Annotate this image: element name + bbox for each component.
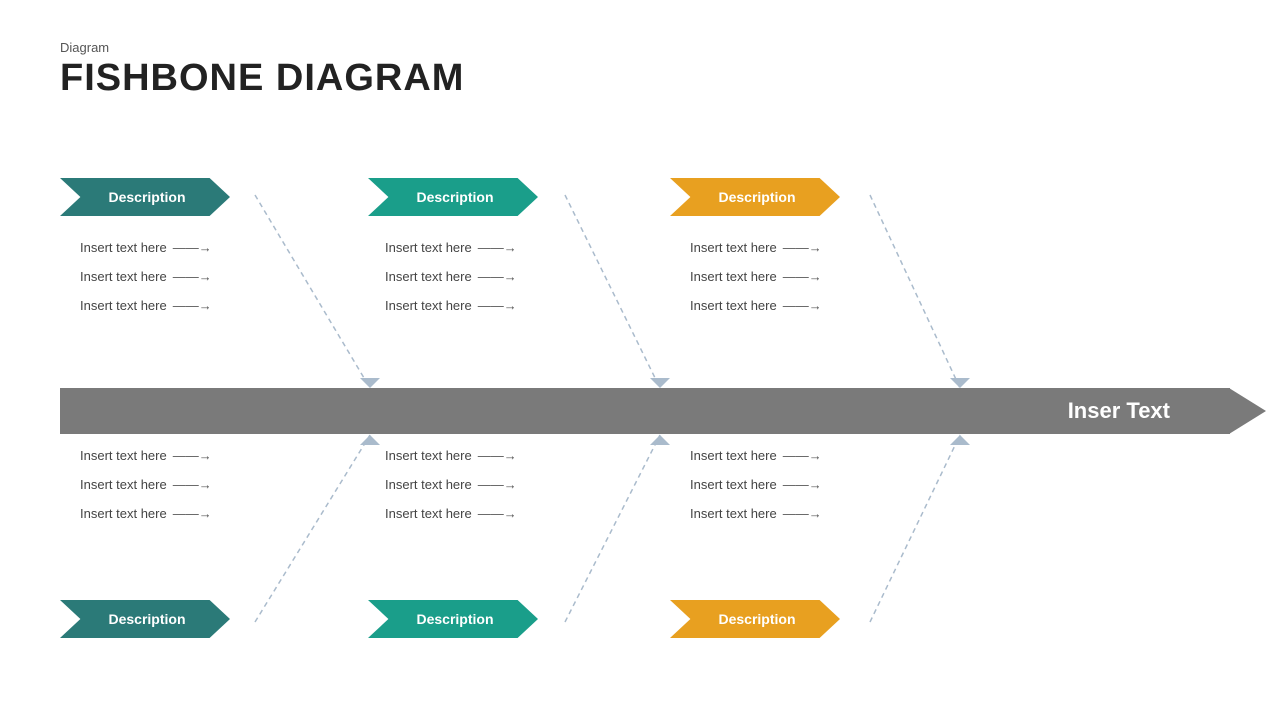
arrow-icon: ——→ (783, 298, 822, 313)
col2-bottom-items: Insert text here ——→ Insert text here ——… (385, 448, 517, 521)
list-item: Insert text here ——→ (690, 240, 822, 255)
spine-text: Inser Text (1068, 398, 1230, 424)
list-item: Insert text here ——→ (80, 477, 212, 492)
spine-bar: Inser Text (60, 388, 1230, 434)
spine-arrowhead (1229, 388, 1266, 434)
col2-bottom-chevron: Description (368, 600, 538, 638)
col1-top-items: Insert text here ——→ Insert text here ——… (80, 240, 212, 313)
col1-top-chevron: Description (60, 178, 230, 216)
col3-description-label: Description (670, 178, 840, 216)
col1-bot-description-label: Description (60, 600, 230, 638)
arrow-icon: ——→ (478, 477, 517, 492)
list-item: Insert text here ——→ (80, 298, 212, 313)
arrow-icon: ——→ (173, 448, 212, 463)
col3-bottom-chevron: Description (670, 600, 840, 638)
header-label: Diagram (60, 40, 1220, 55)
col1-bottom-chevron: Description (60, 600, 230, 638)
arrow-icon: ——→ (478, 269, 517, 284)
arrow-icon: ——→ (783, 240, 822, 255)
list-item: Insert text here ——→ (690, 506, 822, 521)
col2-top-chevron: Description (368, 178, 538, 216)
arrow-icon: ——→ (478, 448, 517, 463)
list-item: Insert text here ——→ (385, 448, 517, 463)
list-item: Insert text here ——→ (80, 506, 212, 521)
arrow-icon: ——→ (783, 269, 822, 284)
list-item: Insert text here ——→ (385, 269, 517, 284)
list-item: Insert text here ——→ (385, 506, 517, 521)
list-item: Insert text here ——→ (80, 240, 212, 255)
col3-bot-description-label: Description (670, 600, 840, 638)
col1-bottom-items: Insert text here ——→ Insert text here ——… (80, 448, 212, 521)
list-item: Insert text here ——→ (80, 269, 212, 284)
col3-bottom-items: Insert text here ——→ Insert text here ——… (690, 448, 822, 521)
arrow-icon: ——→ (173, 240, 212, 255)
arrow-icon: ——→ (173, 298, 212, 313)
col3-top-chevron: Description (670, 178, 840, 216)
col1-description-label: Description (60, 178, 230, 216)
arrow-icon: ——→ (173, 269, 212, 284)
arrow-icon: ——→ (173, 477, 212, 492)
list-item: Insert text here ——→ (385, 477, 517, 492)
list-item: Insert text here ——→ (690, 269, 822, 284)
list-item: Insert text here ——→ (690, 448, 822, 463)
arrow-icon: ——→ (478, 298, 517, 313)
arrow-icon: ——→ (783, 477, 822, 492)
list-item: Insert text here ——→ (690, 298, 822, 313)
list-item: Insert text here ——→ (385, 298, 517, 313)
arrow-icon: ——→ (783, 506, 822, 521)
list-item: Insert text here ——→ (80, 448, 212, 463)
arrow-icon: ——→ (783, 448, 822, 463)
col2-bot-description-label: Description (368, 600, 538, 638)
arrow-icon: ——→ (478, 506, 517, 521)
col2-description-label: Description (368, 178, 538, 216)
col2-top-items: Insert text here ——→ Insert text here ——… (385, 240, 517, 313)
col3-top-items: Insert text here ——→ Insert text here ——… (690, 240, 822, 313)
list-item: Insert text here ——→ (385, 240, 517, 255)
list-item: Insert text here ——→ (690, 477, 822, 492)
arrow-icon: ——→ (173, 506, 212, 521)
page-title: FISHBONE DIAGRAM (60, 57, 1220, 100)
arrow-icon: ——→ (478, 240, 517, 255)
